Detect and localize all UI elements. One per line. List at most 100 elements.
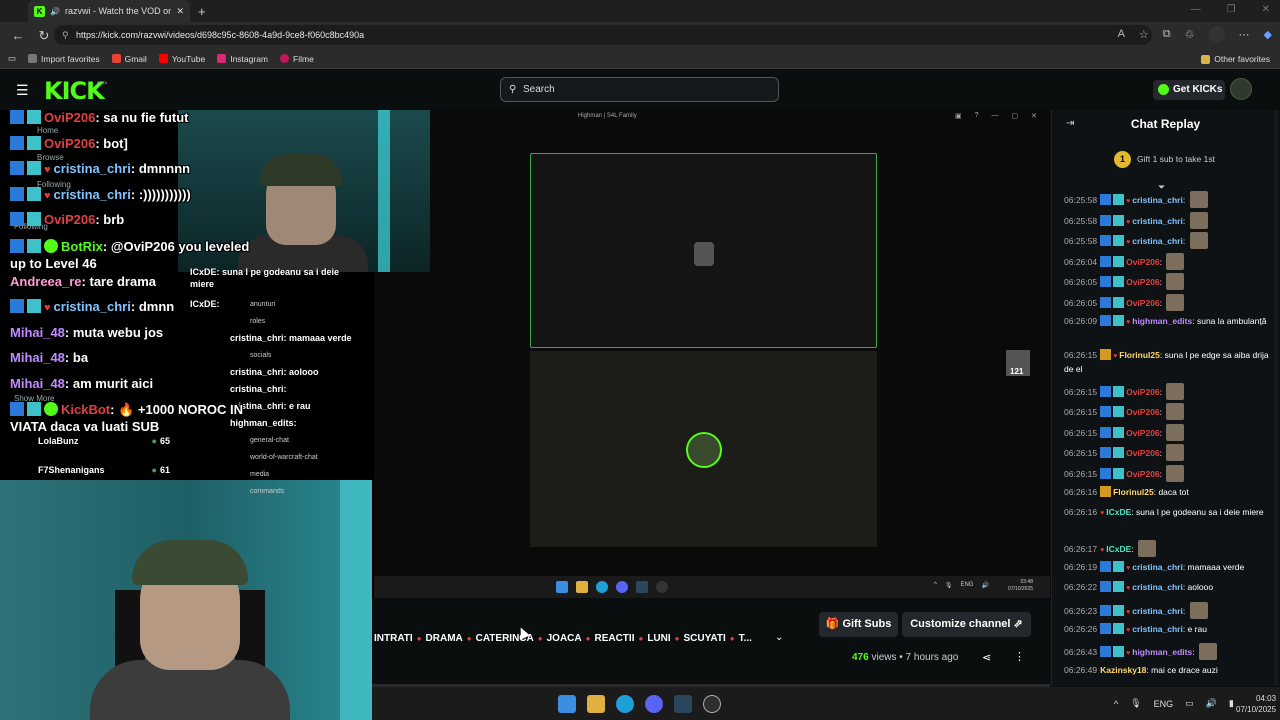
chat-username[interactable]: ICxDE: [1106, 544, 1131, 554]
read-aloud-icon[interactable]: A: [1118, 28, 1125, 40]
volume-icon[interactable]: 🔊: [1206, 698, 1217, 709]
chat-message[interactable]: 06:26:16 Florinul25: daca tot: [1064, 484, 1274, 505]
chat-message[interactable]: 06:26:15 OviP206:: [1064, 401, 1274, 422]
customize-channel-button[interactable]: Customize channel ⇗: [902, 612, 1031, 637]
extensions-icon[interactable]: ⧉: [1163, 28, 1171, 41]
stream-tag[interactable]: SCUYATI: [684, 633, 726, 644]
chat-username[interactable]: Florinul25: [1119, 350, 1160, 360]
chat-username[interactable]: OviP206: [1126, 298, 1160, 308]
refresh-icon[interactable]: ↻: [36, 28, 52, 44]
chat-message[interactable]: 06:26:15 OviP206:: [1064, 422, 1274, 443]
chat-message[interactable]: 06:25:58 ♥ cristina_chri:: [1064, 189, 1274, 210]
browser-tab[interactable]: K 🔊 razvwi - Watch the VOD on K ✕: [28, 0, 190, 22]
bookmark-gmail[interactable]: Gmail: [111, 54, 147, 64]
stream-tag[interactable]: LUNI: [647, 633, 670, 644]
chat-message[interactable]: 06:26:15 OviP206:: [1064, 442, 1274, 463]
more-options-icon[interactable]: ⋮: [1014, 650, 1025, 663]
chat-message[interactable]: 06:26:15 OviP206:: [1064, 381, 1274, 402]
chat-username[interactable]: OviP206: [1126, 407, 1160, 417]
close-tab-icon[interactable]: ✕: [176, 6, 184, 17]
mic-icon[interactable]: 🎙: [1130, 698, 1141, 709]
network-icon[interactable]: ▭: [1185, 698, 1194, 709]
share-icon[interactable]: ⋖: [982, 651, 991, 664]
chat-message[interactable]: 06:26:22 ♥ cristina_chri: aolooo: [1064, 579, 1274, 600]
chat-message[interactable]: 06:26:16 ♥ ICxDE: suna l pe godeanu sa i d…: [1064, 504, 1274, 538]
profile-avatar[interactable]: [1208, 26, 1225, 42]
chat-username[interactable]: cristina_chri: [1132, 582, 1183, 592]
chat-message[interactable]: 06:26:26 ♥ cristina_chri: e rau: [1064, 621, 1274, 642]
stream-tag[interactable]: REACTII: [594, 633, 634, 644]
tray-chevron-icon[interactable]: ^: [1114, 699, 1118, 709]
steam-icon[interactable]: [674, 695, 692, 713]
site-info-icon[interactable]: ⚲: [62, 25, 69, 45]
language-indicator[interactable]: ENG: [1154, 699, 1174, 709]
edge-icon[interactable]: [616, 695, 634, 713]
collections-icon[interactable]: ♲: [1185, 28, 1195, 41]
discord-icon[interactable]: [645, 695, 663, 713]
chat-message[interactable]: 06:25:58 ♥ cristina_chri:: [1064, 210, 1274, 231]
stream-tag[interactable]: DRAMA: [426, 633, 463, 644]
chat-message[interactable]: 06:26:15 ♥ Florinul25: suna l pe edge sa a…: [1064, 347, 1274, 381]
chat-username[interactable]: highman_edits: [1132, 316, 1192, 326]
file-explorer-icon[interactable]: [587, 695, 605, 713]
back-icon[interactable]: ←: [10, 28, 26, 43]
chat-message[interactable]: 06:26:19 ♥ cristina_chri: mamaaa verde: [1064, 559, 1274, 580]
bookmarks-toggle-icon[interactable]: ▭: [8, 53, 16, 64]
obs-icon[interactable]: [703, 695, 721, 713]
chat-username[interactable]: OviP206: [1126, 469, 1160, 479]
chat-username[interactable]: OviP206: [1126, 277, 1160, 287]
chat-username[interactable]: cristina_chri: [1132, 624, 1183, 634]
menu-icon[interactable]: ☰: [16, 82, 29, 99]
chat-message[interactable]: 06:26:09 ♥ highman_edits: suna la ambulanț…: [1064, 313, 1274, 347]
search-input[interactable]: ⚲ Search: [500, 77, 779, 102]
gift-subs-button[interactable]: 🎁 Gift Subs: [819, 612, 898, 637]
chat-username[interactable]: cristina_chri: [1132, 216, 1183, 226]
chat-username[interactable]: cristina_chri: [1132, 606, 1183, 616]
chat-username[interactable]: Kazinsky18: [1100, 665, 1146, 675]
other-favorites[interactable]: Other favorites: [1201, 54, 1270, 64]
chat-username[interactable]: highman_edits: [1132, 647, 1192, 657]
restore-icon[interactable]: ❐: [1227, 4, 1236, 15]
gift-leaderboard[interactable]: 1 Gift 1 sub to take 1st: [1114, 151, 1215, 168]
minimize-icon[interactable]: —: [1191, 4, 1201, 15]
chat-message[interactable]: 06:26:15 OviP206:: [1064, 463, 1274, 484]
chat-message[interactable]: 06:26:49 Kazinsky18: mai ce drace auzi: [1064, 662, 1274, 683]
vertical-scrollbar[interactable]: [1274, 110, 1278, 686]
chat-username[interactable]: OviP206: [1126, 428, 1160, 438]
bookmark-instagram[interactable]: Instagram: [217, 54, 268, 64]
more-menu-icon[interactable]: ⋯: [1239, 28, 1250, 41]
kick-logo[interactable]: KICK: [44, 77, 105, 105]
system-clock[interactable]: 04:03 07/10/2025: [1236, 693, 1276, 715]
stream-tag[interactable]: JOACA: [547, 633, 582, 644]
copilot-icon[interactable]: ◆: [1264, 28, 1272, 41]
bookmark-youtube[interactable]: YouTube: [158, 54, 205, 64]
speaker-icon[interactable]: 🔊: [50, 7, 60, 16]
chat-username[interactable]: cristina_chri: [1132, 195, 1183, 205]
url-field[interactable]: ⚲ https://kick.com/razvwi/videos/d698c95…: [54, 25, 1152, 45]
chat-username[interactable]: ICxDE: [1106, 507, 1131, 517]
user-avatar[interactable]: [1230, 78, 1252, 100]
stream-tag[interactable]: INTRATI: [374, 633, 413, 644]
chat-message[interactable]: 06:26:17 ♥ ICxDE:: [1064, 538, 1274, 559]
chevron-down-icon[interactable]: ⌄: [775, 632, 783, 643]
battery-icon[interactable]: ▮: [1229, 698, 1234, 709]
chat-message[interactable]: 06:26:04 OviP206:: [1064, 251, 1274, 272]
chat-username[interactable]: OviP206: [1126, 257, 1160, 267]
chat-message[interactable]: 06:26:05 OviP206:: [1064, 271, 1274, 292]
new-tab-button[interactable]: +: [198, 4, 206, 19]
chat-username[interactable]: cristina_chri: [1132, 562, 1183, 572]
chat-username[interactable]: OviP206: [1126, 387, 1160, 397]
close-window-icon[interactable]: ✕: [1262, 4, 1270, 15]
bookmark-import[interactable]: Import favorites: [28, 54, 100, 64]
windows-start-icon[interactable]: [558, 695, 576, 713]
chat-username[interactable]: OviP206: [1126, 448, 1160, 458]
chat-message[interactable]: 06:26:05 OviP206:: [1064, 292, 1274, 313]
chat-message[interactable]: 06:26:43 ♥ highman_edits:: [1064, 641, 1274, 662]
get-kicks-button[interactable]: Get KICKs: [1153, 80, 1225, 100]
chat-username[interactable]: cristina_chri: [1132, 236, 1183, 246]
chat-message[interactable]: 06:26:23 ♥ cristina_chri:: [1064, 600, 1274, 621]
chat-username[interactable]: Florinul25: [1113, 487, 1154, 497]
bookmark-filme[interactable]: Filme: [280, 54, 314, 64]
favorite-star-icon[interactable]: ☆: [1139, 28, 1149, 41]
stream-tag[interactable]: T...: [739, 633, 752, 644]
